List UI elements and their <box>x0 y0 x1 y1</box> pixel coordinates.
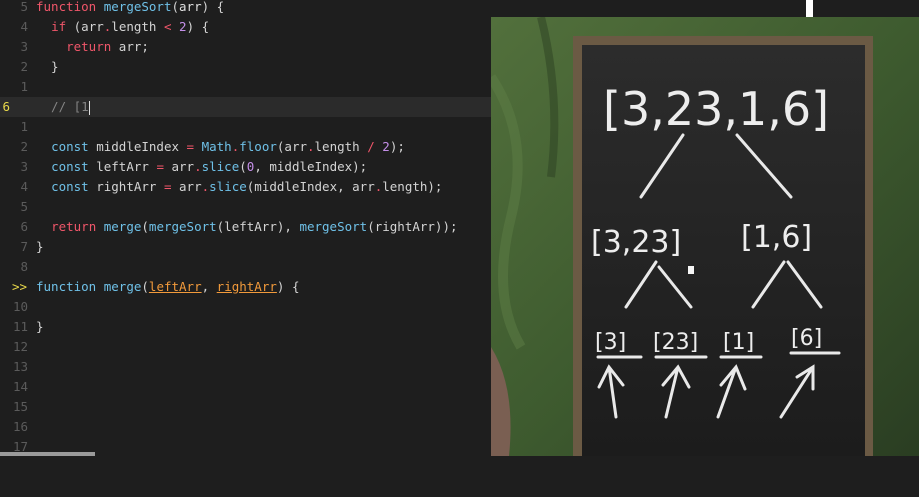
horizontal-scrollbar[interactable] <box>0 452 95 456</box>
code-text: return arr; <box>66 39 149 54</box>
chalk-leaf-2: [23] <box>653 330 698 355</box>
line-number: 13 <box>12 359 28 374</box>
line-number: 3 <box>20 39 28 54</box>
line-number: 4 <box>20 19 28 34</box>
line-number: 12 <box>12 339 28 354</box>
line-number: 5 <box>20 0 28 14</box>
line-number: 3 <box>20 159 28 174</box>
code-text: if (arr.length < 2) { <box>51 19 210 34</box>
line-number: 11 <box>12 319 28 334</box>
window-marker <box>806 0 813 17</box>
chalk-leaf-4: [6] <box>791 326 822 351</box>
chalk-piece <box>688 266 694 274</box>
code-text: return merge(mergeSort(leftArr), mergeSo… <box>51 219 458 234</box>
line-number: 15 <box>12 399 28 414</box>
code-text: } <box>36 319 44 334</box>
line-number: 2 <box>20 139 28 154</box>
line-number: 10 <box>12 299 28 314</box>
line-number: 4 <box>20 179 28 194</box>
line-number: 7 <box>20 239 28 254</box>
chalk-root-array: [3,23,1,6] <box>603 82 829 136</box>
code-text: function mergeSort(arr) { <box>36 0 225 14</box>
line-number: 14 <box>12 379 28 394</box>
line-number: 1 <box>20 119 28 134</box>
line-number: 16 <box>12 419 28 434</box>
chalk-right-array: [1,6] <box>741 220 812 255</box>
code-text: const rightArr = arr.slice(middleIndex, … <box>51 179 443 194</box>
chalk-leaf-3: [1] <box>723 330 754 355</box>
video-overlay-chalkboard: [3,23,1,6] [3,23] [1,6] [3] [23] [1] [6] <box>491 17 919 456</box>
line-number: 6 <box>20 219 28 234</box>
line-number: 5 <box>20 199 28 214</box>
code-text: const middleIndex = Math.floor(arr.lengt… <box>51 139 405 154</box>
text-cursor <box>88 100 90 115</box>
chalk-leaf-1: [3] <box>595 330 626 355</box>
comment-text: // [1 <box>36 99 90 115</box>
code-text: function merge(leftArr, rightArr) { <box>36 279 300 294</box>
chalk-left-array: [3,23] <box>591 225 681 260</box>
current-line-number: 6 <box>2 99 10 114</box>
code-text: const leftArr = arr.slice(0, middleIndex… <box>51 159 368 174</box>
code-line[interactable]: 5 function mergeSort(arr) { <box>0 0 919 17</box>
line-number: 1 <box>20 79 28 94</box>
chalkboard-drawing: [3,23,1,6] [3,23] [1,6] [3] [23] [1] [6] <box>491 17 919 456</box>
line-number: 2 <box>20 59 28 74</box>
code-text: } <box>36 59 59 74</box>
line-number: 8 <box>20 259 28 274</box>
code-text: } <box>36 239 44 254</box>
